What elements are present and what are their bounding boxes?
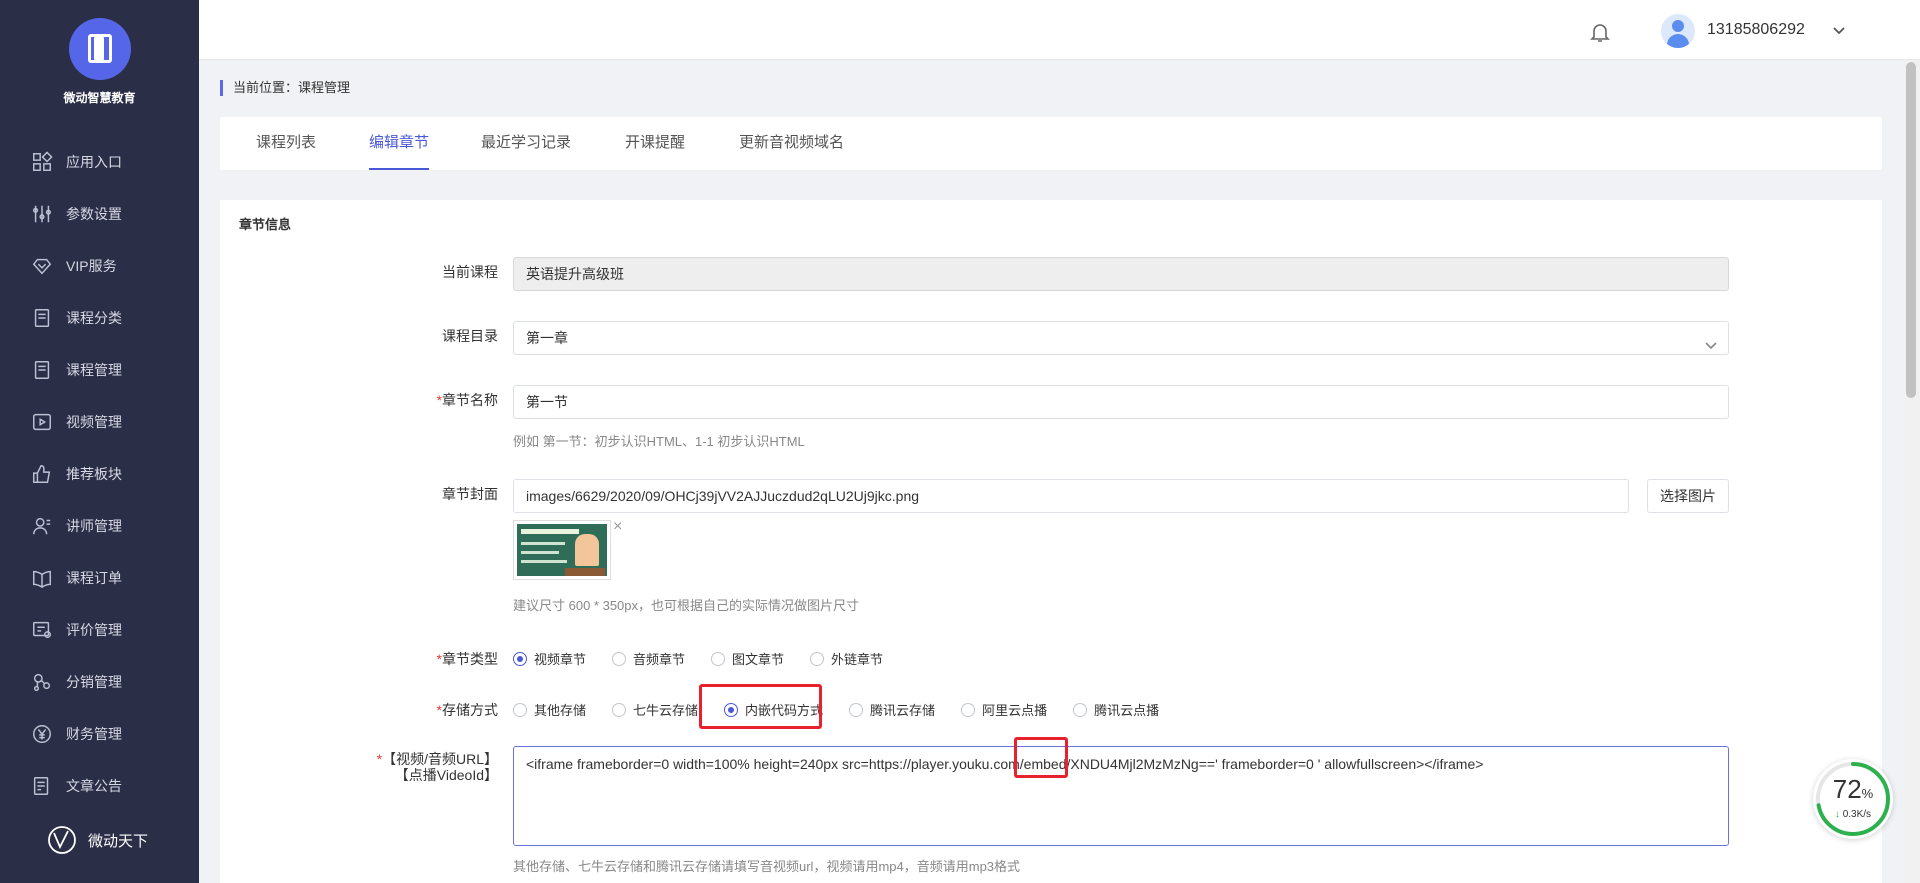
scrollbar-thumb[interactable] xyxy=(1906,62,1916,398)
chapter-name-label: *章节名称 xyxy=(436,392,498,408)
avatar[interactable] xyxy=(1661,14,1695,48)
media-url-label: *【视频/音频URL】 【点播VideoId】 xyxy=(376,751,498,783)
tab-course-reminder[interactable]: 开课提醒 xyxy=(625,117,685,170)
sidebar-item-label: 视频管理 xyxy=(66,414,122,430)
tab-course-list[interactable]: 课程列表 xyxy=(256,117,316,170)
diamond-icon xyxy=(30,254,54,278)
username[interactable]: 13185806292 xyxy=(1707,21,1805,39)
document-icon xyxy=(30,306,54,330)
document-icon xyxy=(30,358,54,382)
media-url-hint: 其他存储、七牛云存储和腾讯云存储请填写音视频url，视频请用mp4，音频请用mp… xyxy=(513,859,1021,874)
radio-other-storage[interactable]: 其他存储 xyxy=(513,700,586,719)
logo[interactable]: 微动智慧教育 xyxy=(0,18,199,106)
tab-bar: 课程列表 编辑章节 最近学习记录 开课提醒 更新音视频域名 xyxy=(220,117,1882,170)
sidebar-item-lecturer[interactable]: 讲师管理 xyxy=(0,500,199,552)
sidebar-item-label: 课程分类 xyxy=(66,310,122,326)
sidebar-item-label: 评价管理 xyxy=(66,622,122,638)
network-speed-widget[interactable]: 72% ↓ 0.3K/s xyxy=(1813,759,1893,839)
current-course-field: 英语提升高级班 xyxy=(513,257,1729,291)
top-header: 13185806292 xyxy=(199,0,1920,60)
sidebar-item-label: VIP服务 xyxy=(66,258,117,274)
sidebar-item-course-management[interactable]: 课程管理 xyxy=(0,344,199,396)
chapter-name-input[interactable]: 第一节 xyxy=(513,385,1729,419)
cover-label: 章节封面 xyxy=(442,486,498,502)
chapter-name-hint: 例如 第一节：初步认识HTML、1-1 初步认识HTML xyxy=(513,434,805,449)
sidebar-item-vip[interactable]: VIP服务 xyxy=(0,240,199,292)
speed-percent: 72% xyxy=(1832,774,1874,804)
sidebar-item-label: 课程订单 xyxy=(66,570,122,586)
chevron-down-icon xyxy=(1704,331,1718,350)
brand-name: 微动天下 xyxy=(88,832,149,850)
chapter-form: 章节信息 当前课程 英语提升高级班 课程目录 第一章 *章节名称 第一节 例如 … xyxy=(220,200,1882,883)
select-image-button[interactable]: 选择图片 xyxy=(1647,479,1729,513)
radio-audio-chapter[interactable]: 音频章节 xyxy=(612,649,685,668)
chevron-down-icon[interactable] xyxy=(1831,22,1847,38)
course-dir-label: 课程目录 xyxy=(442,328,498,344)
storage-radio-group: 其他存储 七牛云存储 内嵌代码方式 腾讯云存储 阿里云点播 腾讯云点播 xyxy=(513,700,1185,719)
user-icon xyxy=(30,514,54,538)
tab-recent-study[interactable]: 最近学习记录 xyxy=(481,117,571,170)
logo-title: 微动智慧教育 xyxy=(63,91,136,105)
breadcrumb: 当前位置：课程管理 xyxy=(220,80,350,96)
sidebar-item-label: 讲师管理 xyxy=(66,518,122,534)
sidebar-item-app-entry[interactable]: 应用入口 xyxy=(0,136,199,188)
speed-rate: ↓ 0.3K/s xyxy=(1834,809,1872,820)
sidebar-item-settings[interactable]: 参数设置 xyxy=(0,188,199,240)
sidebar-item-articles[interactable]: 文章公告 xyxy=(0,760,199,812)
cover-thumbnail xyxy=(513,520,611,580)
chapter-type-label: *章节类型 xyxy=(436,651,498,667)
sidebar-item-label: 应用入口 xyxy=(66,154,122,170)
play-icon xyxy=(30,410,54,434)
arrow-down-icon: ↓ xyxy=(1834,809,1840,820)
sidebar: 微动智慧教育 应用入口 参数设置 VIP服务 课程分类 课程管理 视频管理 推荐… xyxy=(0,0,199,883)
section-title: 章节信息 xyxy=(239,217,292,232)
grid-icon xyxy=(30,150,54,174)
bell-icon[interactable] xyxy=(1588,20,1612,44)
tab-update-media-domain[interactable]: 更新音视频域名 xyxy=(739,117,844,170)
sidebar-item-label: 参数设置 xyxy=(66,206,122,222)
storage-label: *存储方式 xyxy=(436,702,498,718)
course-dir-select[interactable]: 第一章 xyxy=(513,321,1729,355)
article-icon xyxy=(30,774,54,798)
radio-text-chapter[interactable]: 图文章节 xyxy=(711,649,784,668)
sidebar-item-reviews[interactable]: 评价管理 xyxy=(0,604,199,656)
sidebar-item-video-management[interactable]: 视频管理 xyxy=(0,396,199,448)
highlight-box-youku xyxy=(1014,737,1068,778)
radio-qiniu-storage[interactable]: 七牛云存储 xyxy=(612,700,698,719)
book-icon xyxy=(30,566,54,590)
sidebar-item-label: 分销管理 xyxy=(66,674,122,690)
current-course-label: 当前课程 xyxy=(442,264,498,280)
review-icon xyxy=(30,618,54,642)
tab-edit-chapter[interactable]: 编辑章节 xyxy=(369,117,430,170)
sidebar-item-label: 课程管理 xyxy=(66,362,122,378)
radio-tencent-storage[interactable]: 腾讯云存储 xyxy=(849,700,935,719)
brand-logo-icon xyxy=(48,826,76,854)
sidebar-item-label: 财务管理 xyxy=(66,726,122,742)
yuan-icon xyxy=(30,722,54,746)
sliders-icon xyxy=(30,202,54,226)
sidebar-item-course-orders[interactable]: 课程订单 xyxy=(0,552,199,604)
sidebar-item-label: 文章公告 xyxy=(66,778,122,794)
cover-path-input[interactable]: images/6629/2020/09/OHCj39jVV2AJJuczdud2… xyxy=(513,479,1629,513)
media-url-textarea[interactable]: <iframe frameborder=0 width=100% height=… xyxy=(513,746,1729,846)
sidebar-item-finance[interactable]: 财务管理 xyxy=(0,708,199,760)
sidebar-item-course-category[interactable]: 课程分类 xyxy=(0,292,199,344)
cover-hint: 建议尺寸 600 * 350px，也可根据自己的实际情况做图片尺寸 xyxy=(513,598,860,613)
course-dir-value: 第一章 xyxy=(526,330,568,346)
radio-video-chapter[interactable]: 视频章节 xyxy=(513,649,586,668)
radio-link-chapter[interactable]: 外链章节 xyxy=(810,649,883,668)
book-logo-icon xyxy=(68,18,131,80)
sidebar-item-recommend[interactable]: 推荐板块 xyxy=(0,448,199,500)
brand[interactable]: 微动天下 xyxy=(46,825,148,855)
sidebar-nav: 应用入口 参数设置 VIP服务 课程分类 课程管理 视频管理 推荐板块 讲师管理… xyxy=(0,136,199,812)
highlight-box-embed xyxy=(699,684,822,729)
close-icon[interactable]: × xyxy=(613,518,622,536)
sidebar-item-label: 推荐板块 xyxy=(66,466,122,482)
thumbs-up-icon xyxy=(30,462,54,486)
radio-tencent-vod[interactable]: 腾讯云点播 xyxy=(1073,700,1159,719)
sidebar-item-distribution[interactable]: 分销管理 xyxy=(0,656,199,708)
chapter-type-radio-group: 视频章节 音频章节 图文章节 外链章节 xyxy=(513,649,909,668)
radio-aliyun-vod[interactable]: 阿里云点播 xyxy=(961,700,1047,719)
share-icon xyxy=(30,670,54,694)
